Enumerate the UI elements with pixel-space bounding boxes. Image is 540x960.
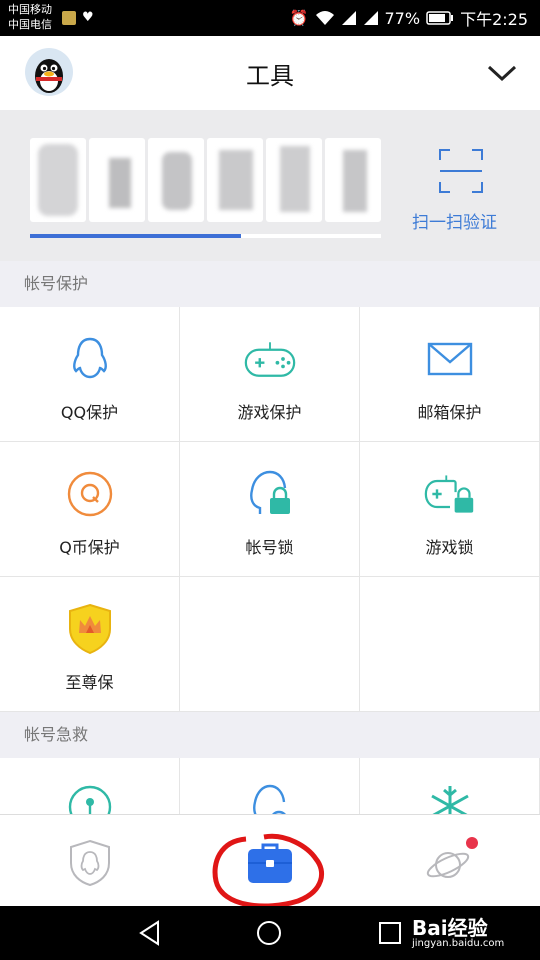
user-icon (252, 784, 286, 814)
signal-2-icon (363, 11, 378, 25)
token-digit (89, 138, 145, 222)
gamepad-icon (244, 342, 295, 377)
tool-game-protect[interactable]: 游戏保护 (180, 307, 360, 442)
scan-verify-label[interactable]: 扫一扫验证 (412, 208, 497, 233)
tab-toolbox-icon[interactable] (246, 841, 294, 885)
section-title-account-rescue: 帐号急救 (0, 712, 540, 758)
nav-back-icon[interactable] (138, 920, 162, 946)
key-icon (68, 785, 111, 814)
tool-label: 帐号锁 (245, 538, 294, 557)
battery-icon (426, 11, 454, 25)
mail-icon (427, 342, 472, 376)
alarm-icon: ⏰ (289, 9, 309, 27)
token-panel: 扫一扫验证 (0, 110, 540, 261)
tool-mail-protect[interactable]: 邮箱保护 (360, 307, 540, 442)
clock: 下午2:25 (460, 10, 528, 29)
app-header: 工具 (0, 36, 540, 110)
game-lock-icon (424, 475, 473, 513)
tool-label: 邮箱保护 (417, 403, 482, 422)
tool-qq-protect[interactable]: QQ保护 (0, 307, 180, 442)
status-right: ⏰ 77% 下午2:25 (290, 6, 528, 30)
token-digit (266, 138, 322, 222)
tool-account-lock[interactable]: 帐号锁 (180, 442, 360, 577)
user-lock-icon (249, 470, 290, 514)
token-digit (325, 138, 381, 222)
token-digit (207, 138, 263, 222)
carrier-1-label: 中国移动 (8, 3, 52, 16)
tool-qcoin-protect[interactable]: Q币保护 (0, 442, 180, 577)
scan-icon[interactable] (438, 148, 484, 194)
section-title-account-protection: 帐号保护 (0, 261, 540, 307)
tool-label: 游戏锁 (425, 538, 474, 557)
tool-game-lock[interactable]: 游戏锁 (360, 442, 540, 577)
status-bar: 中国移动 中国电信 ♥ ⏰ 77% 下午2:25 (0, 0, 540, 36)
system-nav-bar: Bai经验 jingyan.baidu.com (0, 906, 540, 960)
token-digit (30, 138, 86, 222)
tool-premium-protect[interactable]: 至尊保 (0, 577, 180, 712)
heart-rate-icon: ♥ (82, 10, 94, 25)
empty-cell (180, 577, 360, 712)
token-digit (148, 138, 204, 222)
crown-shield-icon (68, 603, 111, 655)
qq-penguin-icon (72, 337, 107, 379)
tool-label: 至尊保 (65, 673, 114, 692)
token-progress-track (30, 234, 381, 238)
signal-icon (341, 11, 356, 25)
battery-percent: 77% (384, 8, 421, 28)
tab-shield-icon[interactable] (68, 839, 112, 887)
account-rescue-grid (0, 758, 540, 814)
tool-label: Q币保护 (59, 538, 120, 557)
nav-recents-icon[interactable] (378, 921, 402, 945)
bottom-tab-bar (0, 814, 540, 907)
notification-icon (62, 11, 76, 25)
tool-label: 游戏保护 (237, 403, 302, 422)
empty-cell (360, 577, 540, 712)
snowflake-icon (430, 786, 469, 814)
watermark-url: jingyan.baidu.com (412, 938, 505, 949)
carrier-2-label: 中国电信 (8, 18, 52, 31)
tab-planet-icon[interactable] (424, 837, 480, 887)
q-coin-icon (67, 471, 112, 517)
account-protection-grid: QQ保护 游戏保护 邮箱保护 Q币保护 帐号锁 游戏锁 至尊保 (0, 307, 540, 712)
page-title: 工具 (246, 62, 294, 90)
rescue-tool-2[interactable] (180, 758, 360, 814)
chevron-down-icon[interactable] (486, 64, 518, 84)
tool-label: QQ保护 (60, 403, 119, 422)
nav-home-icon[interactable] (256, 920, 282, 946)
token-progress-fill (30, 234, 241, 238)
watermark-brand: Bai经验 (412, 916, 488, 940)
rescue-tool-3[interactable] (360, 758, 540, 814)
rescue-tool-1[interactable] (0, 758, 180, 814)
wifi-icon (315, 11, 334, 25)
